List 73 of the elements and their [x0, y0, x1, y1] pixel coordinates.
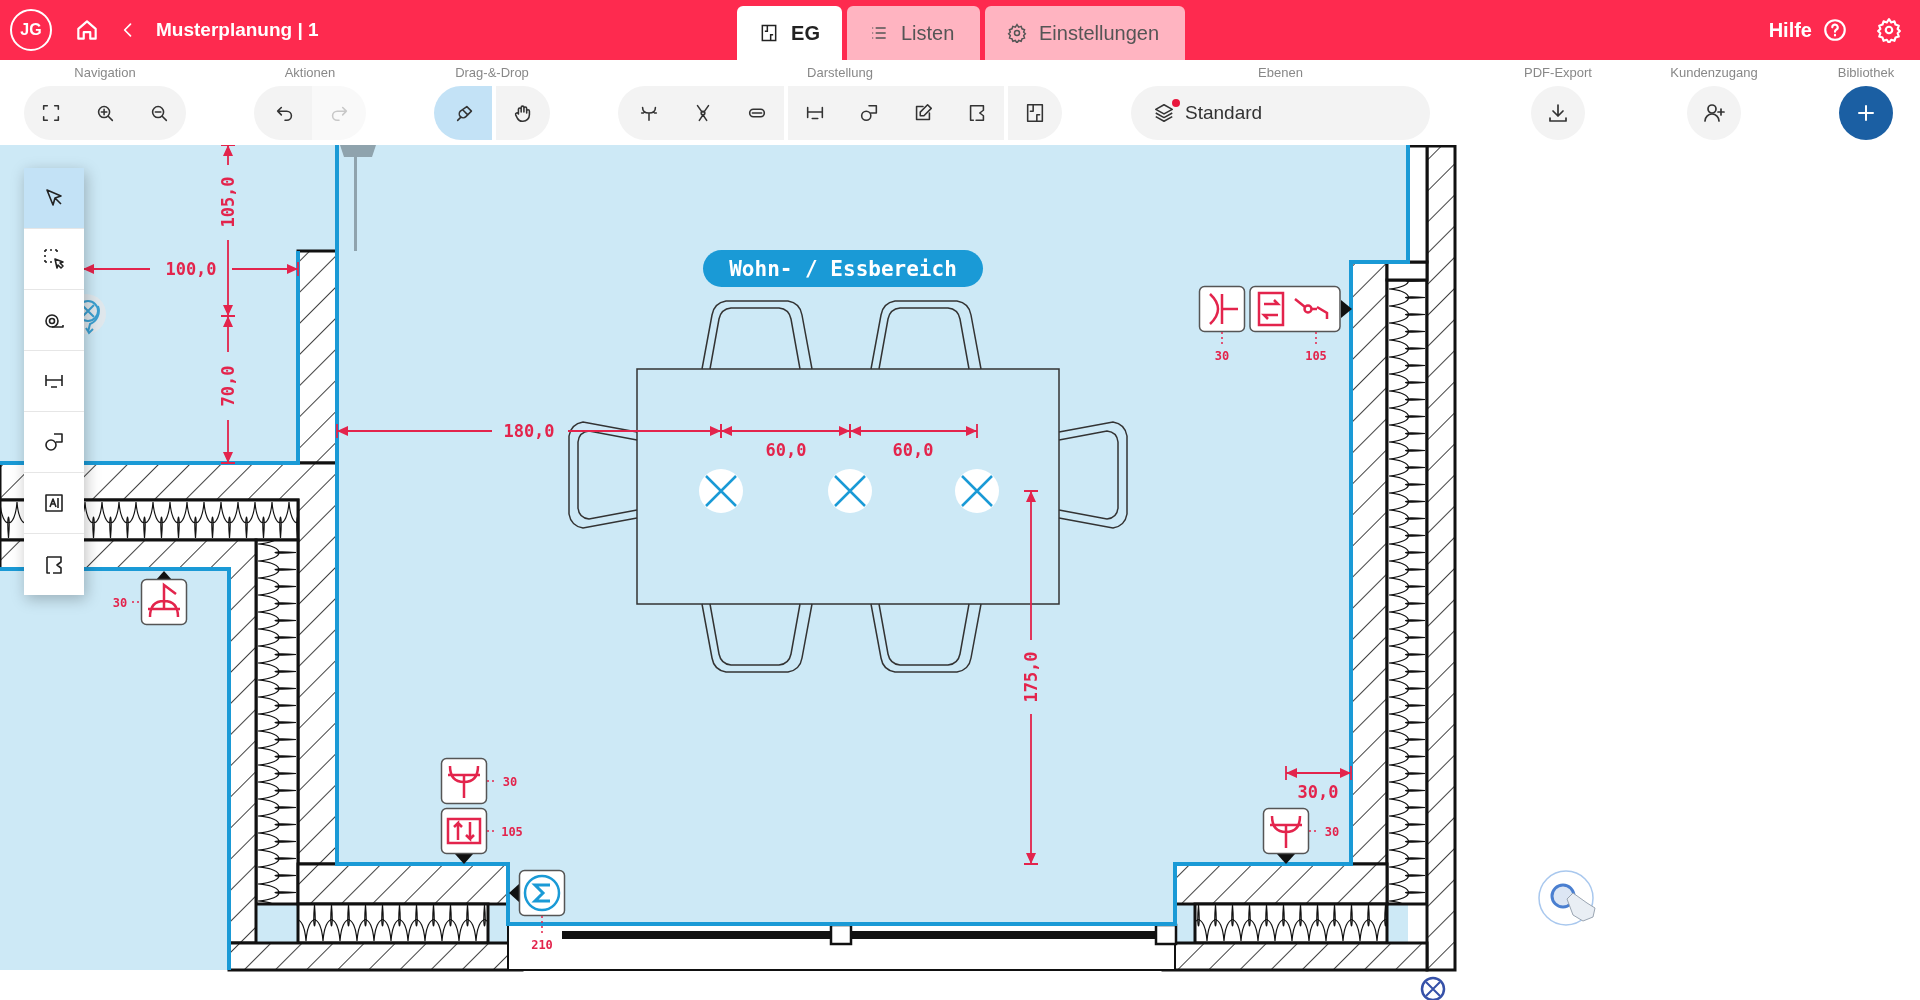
leader-line [541, 915, 543, 935]
settings-icon[interactable] [1876, 17, 1902, 43]
project-title: Musterplanung | 1 [156, 19, 319, 41]
leader-line [1315, 331, 1317, 345]
dimension-value: 180,0 [503, 421, 555, 441]
dimension-value: 60,0 [765, 440, 807, 460]
group-label: Navigation [74, 64, 136, 82]
tab[interactable]: EG [737, 6, 842, 60]
height-value: 30 [1214, 349, 1230, 363]
group-label: Ebenen [1258, 64, 1303, 82]
ceiling-light-icon [699, 469, 743, 513]
tab[interactable]: Einstellungen [985, 6, 1185, 60]
user-avatar[interactable]: JG [10, 9, 52, 51]
group-label: Drag-&-Drop [455, 64, 529, 82]
leader-line [1221, 331, 1223, 345]
dimension-value: 70,0 [218, 365, 238, 407]
help-icon [1822, 17, 1848, 43]
shapes-tool[interactable] [24, 412, 84, 473]
dimension-tool[interactable] [24, 351, 84, 412]
ceiling-light-icon [828, 469, 872, 513]
add-user-icon [1702, 101, 1726, 125]
height-value: 30 [502, 775, 518, 789]
height-value: 210 [531, 938, 553, 952]
floor-plan-icon [1024, 102, 1046, 124]
height-value: 105 [1305, 349, 1327, 363]
ceiling-light-icon [955, 469, 999, 513]
add-button[interactable] [1839, 86, 1893, 140]
layers-icon [1153, 102, 1175, 124]
home-icon[interactable] [74, 17, 100, 43]
dimension-value: 60,0 [892, 440, 934, 460]
height-value: 30 [112, 596, 128, 610]
hand-button[interactable] [496, 86, 550, 140]
switch-symbol[interactable] [1249, 285, 1352, 333]
pointer-tool[interactable] [24, 168, 84, 229]
touch-cursor-icon [1538, 870, 1596, 926]
group-label: PDF-Export [1524, 64, 1592, 82]
fit-screen-icon [40, 102, 62, 124]
dimension-value: 30,0 [1297, 782, 1339, 802]
settings-icon [1007, 23, 1027, 43]
marquee-select-icon [42, 247, 66, 271]
shapes-icon [858, 102, 880, 124]
group-label: Kundenzugang [1670, 64, 1758, 82]
blind-symbol[interactable] [440, 807, 488, 864]
shapes-icon [42, 430, 66, 454]
leader-line [486, 830, 496, 832]
group-label: Aktionen [284, 64, 336, 82]
height-value: 30 [1324, 825, 1340, 839]
dimension-value: 105,0 [218, 176, 238, 228]
text-box-icon [42, 491, 66, 515]
tape-measure-tool[interactable] [24, 290, 84, 351]
dimension-value: 175,0 [1021, 651, 1041, 703]
layer-select[interactable]: Standard [1131, 86, 1430, 140]
leader-line [1308, 830, 1319, 832]
dimension-value: 100,0 [165, 259, 217, 279]
magnet-button[interactable] [434, 86, 492, 140]
group-label: Darstellung [807, 64, 873, 82]
leader-line [131, 601, 142, 603]
dimension-line [1285, 765, 1352, 781]
tv-outlet-symbol[interactable] [1198, 285, 1246, 333]
outlet-symbol[interactable] [1262, 807, 1310, 864]
marquee-select-tool[interactable] [24, 229, 84, 290]
sigma-symbol[interactable] [509, 869, 566, 917]
group-label: Bibliothek [1837, 64, 1895, 82]
download-icon [1546, 101, 1570, 125]
height-value: 105 [501, 825, 523, 839]
room-label: Wohn- / Essbereich [703, 250, 983, 287]
floor-plan-button[interactable] [1008, 86, 1062, 140]
outlet-symbol[interactable] [440, 757, 488, 805]
wall-tool[interactable] [24, 534, 84, 595]
help-link[interactable]: Hilfe [1768, 17, 1848, 43]
outlet-symbol[interactable] [140, 571, 188, 626]
tab[interactable]: Listen [847, 6, 980, 60]
text-box-tool[interactable] [24, 473, 84, 534]
